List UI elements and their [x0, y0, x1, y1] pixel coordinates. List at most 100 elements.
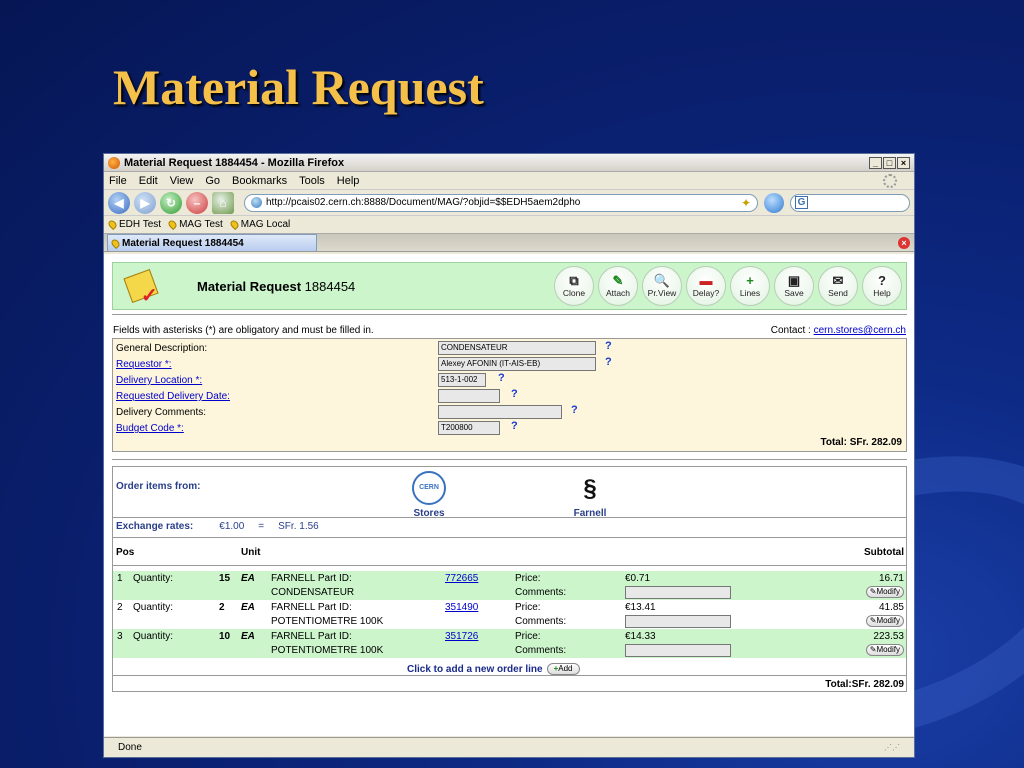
- requestor-link[interactable]: Requestor *:: [116, 359, 436, 370]
- menu-file[interactable]: File: [109, 175, 127, 187]
- home-button[interactable]: ⌂: [212, 191, 234, 214]
- comments-input[interactable]: [625, 586, 731, 599]
- requested-delivery-date-link[interactable]: Requested Delivery Date:: [116, 391, 436, 402]
- modify-button[interactable]: ✎Modify: [865, 586, 904, 598]
- reload-button[interactable]: ↻: [160, 191, 182, 214]
- general-description-input[interactable]: CONDENSATEUR: [438, 341, 596, 355]
- help-question-icon[interactable]: ?: [511, 420, 518, 432]
- bookmarks-toolbar: EDH Test MAG Test MAG Local: [104, 216, 914, 234]
- send-icon: ✉: [832, 273, 844, 288]
- divider: [112, 314, 907, 315]
- menu-tools[interactable]: Tools: [299, 175, 325, 187]
- google-icon[interactable]: G: [795, 196, 808, 209]
- pin-icon: [166, 218, 179, 231]
- firefox-icon: [108, 156, 120, 169]
- requested-delivery-date-input[interactable]: [438, 389, 500, 403]
- action-toolbar: ⧉ Clone ✎ Attach 🔍 Pr.View ▬ Delay? + Lines ▣…: [550, 266, 902, 306]
- field-requestor: Requestor *:: [116, 357, 436, 372]
- farnell-logo-icon: §: [583, 475, 597, 502]
- bookmark-edh-test[interactable]: EDH Test: [106, 218, 161, 231]
- help-button[interactable]: ? Help: [862, 266, 902, 306]
- part-id-link[interactable]: 351726: [445, 631, 478, 642]
- part-id-link[interactable]: 772665: [445, 573, 478, 584]
- total-bottom: Total:SFr. 282.09: [825, 679, 904, 690]
- part-id-link[interactable]: 351490: [445, 602, 478, 613]
- header-band: ✓ Material Request 1884454 ⧉ Clone ✎ Attac…: [112, 262, 907, 310]
- close-tab-icon[interactable]: ×: [898, 237, 910, 249]
- lines-button[interactable]: + Lines: [730, 266, 770, 306]
- contact-email-link[interactable]: cern.stores@cern.ch: [814, 325, 906, 336]
- order-from-label: Order items from:: [116, 481, 201, 492]
- clone-button[interactable]: ⧉ Clone: [554, 266, 594, 306]
- tab-material-request[interactable]: Material Request 1884454: [107, 234, 317, 251]
- browser-window: Material Request 1884454 - Mozilla Firef…: [103, 153, 915, 758]
- help-question-icon[interactable]: ?: [498, 372, 505, 384]
- back-button[interactable]: ◀: [108, 191, 130, 214]
- budget-code-input[interactable]: T200800: [438, 421, 500, 435]
- menu-edit[interactable]: Edit: [139, 175, 158, 187]
- window-titlebar: Material Request 1884454 - Mozilla Firef…: [104, 154, 914, 172]
- bookmark-mag-test[interactable]: MAG Test: [166, 218, 223, 231]
- pin-icon: [109, 237, 122, 249]
- supplier-farnell[interactable]: § Farnell: [565, 471, 615, 519]
- attach-button[interactable]: ✎ Attach: [598, 266, 638, 306]
- add-button[interactable]: +Add: [546, 663, 580, 675]
- quantity-value: 15: [219, 573, 231, 584]
- delivery-location-link[interactable]: Delivery Location *:: [116, 375, 436, 386]
- page-content: ✓ Material Request 1884454 ⧉ Clone ✎ Attac…: [104, 254, 914, 736]
- delivery-comments-input[interactable]: [438, 405, 562, 419]
- help-question-icon[interactable]: ?: [511, 388, 518, 400]
- total-top: Total: SFr. 282.09: [820, 437, 902, 448]
- bookmark-pin-icon[interactable]: ✦: [741, 196, 751, 210]
- order-line-2: 2 Quantity: 2 EA FARNELL Part ID: POTENT…: [117, 602, 904, 628]
- stop-button[interactable]: –: [186, 191, 208, 214]
- delivery-location-input[interactable]: 513-1-002: [438, 373, 486, 387]
- supplier-stores[interactable]: CERN Stores: [405, 471, 453, 519]
- comments-input[interactable]: [625, 615, 731, 628]
- help-question-icon[interactable]: ?: [605, 356, 612, 368]
- status-text: Done: [118, 742, 142, 753]
- order-line-1: 1 Quantity: 15 EA FARNELL Part ID: CONDE…: [113, 571, 906, 600]
- forward-button[interactable]: ▶: [134, 191, 156, 214]
- menu-bar: File Edit View Go Bookmarks Tools Help: [104, 172, 914, 190]
- budget-code-link[interactable]: Budget Code *:: [116, 423, 436, 434]
- document-check-icon: ✓: [123, 267, 165, 307]
- menu-view[interactable]: View: [170, 175, 194, 187]
- go-button[interactable]: [764, 192, 784, 213]
- pin-icon: [228, 218, 240, 231]
- send-button[interactable]: ✉ Send: [818, 266, 858, 306]
- request-number: 1884454: [304, 279, 356, 294]
- delay-button[interactable]: ▬ Delay?: [686, 266, 726, 306]
- address-bar[interactable]: http://pcais02.cern.ch:8888/Document/MAG…: [244, 193, 758, 212]
- throbber-icon: [883, 173, 897, 188]
- slide-title: Material Request: [113, 59, 484, 115]
- tab-bar: Material Request 1884454 ×: [104, 234, 914, 252]
- add-line-text[interactable]: Click to add a new order line: [407, 664, 543, 675]
- header-unit: Unit: [241, 547, 261, 558]
- menu-bookmarks[interactable]: Bookmarks: [232, 175, 287, 187]
- close-window-button[interactable]: ×: [897, 156, 910, 169]
- help-question-icon[interactable]: ?: [571, 404, 578, 416]
- address-text[interactable]: http://pcais02.cern.ch:8888/Document/MAG…: [266, 197, 741, 208]
- resize-grip-icon[interactable]: ⋰⋰: [884, 743, 900, 752]
- modify-button[interactable]: ✎Modify: [865, 644, 904, 656]
- save-button[interactable]: ▣ Save: [774, 266, 814, 306]
- maximize-button[interactable]: □: [883, 156, 896, 169]
- comments-input[interactable]: [625, 644, 731, 657]
- menu-help[interactable]: Help: [337, 175, 360, 187]
- plus-icon: +: [746, 273, 754, 288]
- modify-button[interactable]: ✎Modify: [865, 615, 904, 627]
- menu-go[interactable]: Go: [205, 175, 220, 187]
- bookmark-mag-local[interactable]: MAG Local: [228, 218, 290, 231]
- save-icon: ▣: [787, 273, 801, 288]
- minimize-button[interactable]: _: [869, 156, 882, 169]
- page-title: Material Request 1884454: [197, 279, 356, 294]
- divider: [113, 675, 906, 676]
- help-question-icon[interactable]: ?: [605, 340, 612, 352]
- field-budget-code: Budget Code *:: [116, 421, 436, 436]
- requestor-input[interactable]: Alexey AFONIN (IT-AIS-EB): [438, 357, 596, 371]
- search-box[interactable]: G: [790, 193, 910, 212]
- print-preview-button[interactable]: 🔍 Pr.View: [642, 266, 682, 306]
- header-pos: Pos: [116, 547, 135, 558]
- divider: [113, 517, 906, 518]
